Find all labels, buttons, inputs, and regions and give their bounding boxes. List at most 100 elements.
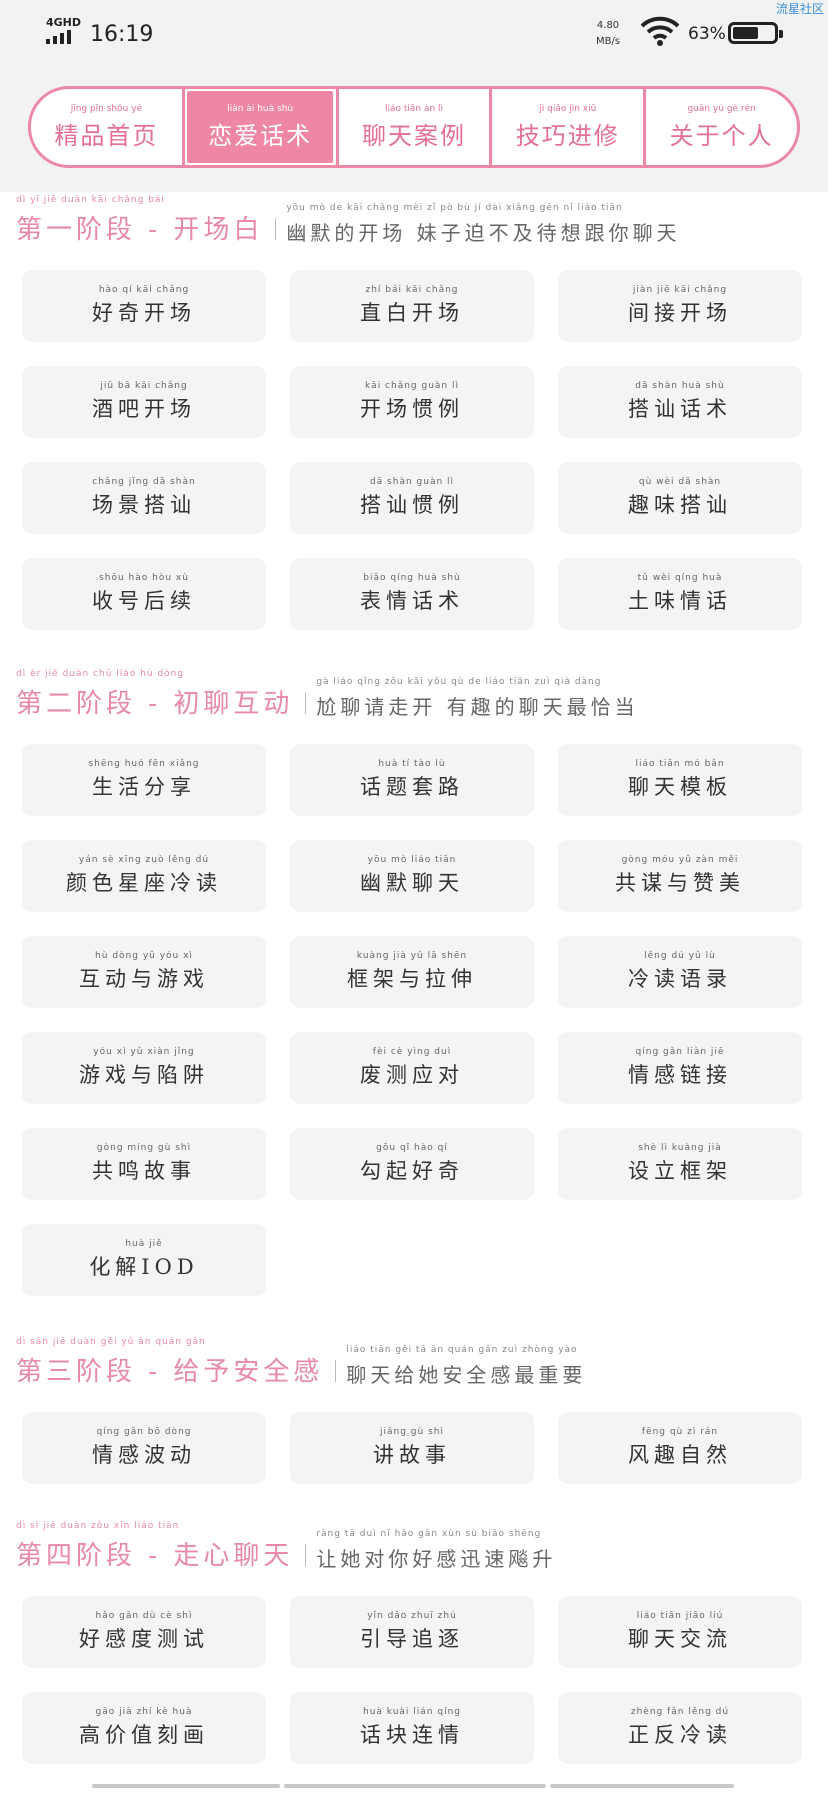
- tab-pinyin: jì qiǎo jìn xiū: [539, 103, 597, 114]
- tab-label: 关于个人: [669, 121, 774, 150]
- topic-pinyin: gōu qǐ hào qí: [376, 1143, 448, 1153]
- tab-pinyin: guān yú gè rén: [687, 103, 756, 114]
- tab-3[interactable]: jì qiǎo jìn xiū 技巧进修: [492, 89, 647, 165]
- section-grid: hào qí kāi chǎng 好奇开场 zhí bái kāi chǎng 直白开…: [22, 270, 802, 630]
- section-subtitle-pinyin: gà liáo qǐng zǒu kāi yǒu qù de liáo tiān…: [316, 677, 602, 687]
- network-speed: 4.80 MB/s: [596, 18, 620, 50]
- topic-label: 情感波动: [92, 1443, 196, 1467]
- tab-pinyin: liáo tiān àn lì: [384, 103, 444, 114]
- topic-card[interactable]: jiǎng gù shì 讲故事: [290, 1412, 534, 1484]
- topic-card[interactable]: gòng móu yǔ zàn měi 共谋与赞美: [558, 840, 802, 912]
- topic-label: 情感链接: [628, 1063, 732, 1087]
- tab-stack: liàn ài huà shù 恋爱话术: [208, 104, 312, 151]
- topic-label: 酒吧开场: [92, 397, 196, 421]
- topic-card[interactable]: qíng gǎn liàn jiē 情感链接: [558, 1032, 802, 1104]
- topic-label: 共鸣故事: [92, 1159, 196, 1183]
- topic-card[interactable]: zhí bái kāi chǎng 直白开场: [290, 270, 534, 342]
- topic-card[interactable]: huà kuài lián qíng 话块连情: [290, 1692, 534, 1764]
- topic-pinyin: yōu mò liáo tiān: [367, 855, 457, 865]
- section-title: 第四阶段 - 走心聊天: [16, 1541, 294, 1571]
- topic-card[interactable]: shēng huó fēn xiǎng 生活分享: [22, 744, 266, 816]
- topic-label: 土味情话: [628, 589, 732, 613]
- topic-card[interactable]: hào qí kāi chǎng 好奇开场: [22, 270, 266, 342]
- topic-card[interactable]: shōu hào hòu xù 收号后续: [22, 558, 266, 630]
- topic-pinyin: qù wèi dā shàn: [638, 477, 722, 487]
- topic-card[interactable]: jiǔ bā kāi chǎng 酒吧开场: [22, 366, 266, 438]
- topic-card[interactable]: hǎo gǎn dù cè shì 好感度测试: [22, 1596, 266, 1668]
- topic-card[interactable]: gāo jià zhí kè huà 高价值刻画: [22, 1692, 266, 1764]
- topic-card[interactable]: yōu mò liáo tiān 幽默聊天: [290, 840, 534, 912]
- topic-card[interactable]: dā shàn huà shù 搭讪话术: [558, 366, 802, 438]
- topic-label: 开场惯例: [360, 397, 464, 421]
- topic-label: 间接开场: [628, 301, 732, 325]
- topic-card[interactable]: yóu xì yǔ xiàn jǐng 游戏与陷阱: [22, 1032, 266, 1104]
- topic-label: 化解IOD: [89, 1255, 199, 1279]
- section-title-wrap: dì èr jiē duàn chū liáo hù dòng 第二阶段 - 初聊…: [16, 669, 293, 720]
- topic-pinyin: fēng qù zì rán: [641, 1427, 719, 1437]
- section-divider: [305, 1544, 307, 1566]
- topic-pinyin: shōu hào hòu xù: [99, 573, 189, 583]
- topic-card[interactable]: dā shàn guàn lì 搭讪惯例: [290, 462, 534, 534]
- topic-card[interactable]: hù dòng yǔ yóu xì 互动与游戏: [22, 936, 266, 1008]
- section-title-pinyin: dì yī jiē duàn kāi chǎng bái: [16, 195, 165, 205]
- tab-2[interactable]: liáo tiān àn lì 聊天案例: [339, 89, 493, 165]
- topic-pinyin: qíng gǎn bō dòng: [96, 1427, 192, 1437]
- topic-pinyin: jiàn jiē kāi chǎng: [632, 285, 728, 295]
- topic-card[interactable]: kāi chǎng guàn lì 开场惯例: [290, 366, 534, 438]
- topic-card[interactable]: yǐn dǎo zhuī zhú 引导追逐: [290, 1596, 534, 1668]
- topic-label: 共谋与赞美: [615, 871, 745, 895]
- topic-card[interactable]: gòng míng gù shì 共鸣故事: [22, 1128, 266, 1200]
- topic-pinyin: hǎo gǎn dù cè shì: [95, 1611, 193, 1621]
- topic-pinyin: liáo tiān jiāo liú: [636, 1611, 724, 1621]
- scroll-indicator[interactable]: [550, 1784, 734, 1788]
- topic-card[interactable]: lěng dú yǔ lù 冷读语录: [558, 936, 802, 1008]
- topic-pinyin: jiǔ bā kāi chǎng: [100, 381, 188, 391]
- topic-card[interactable]: liáo tiān jiāo liú 聊天交流: [558, 1596, 802, 1668]
- topic-label: 讲故事: [373, 1443, 451, 1467]
- tab-4[interactable]: guān yú gè rén 关于个人: [646, 89, 797, 165]
- topic-card[interactable]: kuàng jià yǔ lā shēn 框架与拉伸: [290, 936, 534, 1008]
- topic-card[interactable]: huà jiě 化解IOD: [22, 1224, 266, 1296]
- tab-0[interactable]: jīng pǐn shǒu yè 精品首页: [31, 89, 185, 165]
- topic-card[interactable]: zhèng fǎn lěng dú 正反冷读: [558, 1692, 802, 1764]
- topic-label: 表情话术: [360, 589, 464, 613]
- topic-card[interactable]: chǎng jǐng dā shàn 场景搭讪: [22, 462, 266, 534]
- topic-card[interactable]: biǎo qíng huà shù 表情话术: [290, 558, 534, 630]
- topic-card[interactable]: gōu qǐ hào qí 勾起好奇: [290, 1128, 534, 1200]
- topic-card[interactable]: liáo tiān mó bǎn 聊天模板: [558, 744, 802, 816]
- topic-card[interactable]: qíng gǎn bō dòng 情感波动: [22, 1412, 266, 1484]
- topic-label: 搭讪惯例: [360, 493, 464, 517]
- topic-label: 颜色星座冷读: [66, 871, 222, 895]
- tab-label: 精品首页: [54, 121, 159, 150]
- topic-pinyin: yóu xì yǔ xiàn jǐng: [93, 1047, 195, 1057]
- scroll-indicator[interactable]: [284, 1784, 546, 1788]
- topic-card[interactable]: huà tí tào lù 话题套路: [290, 744, 534, 816]
- topic-label: 好奇开场: [92, 301, 196, 325]
- topic-pinyin: yán sè xīng zuò lěng dú: [78, 855, 210, 865]
- tab-label: 恋爱话术: [208, 121, 313, 150]
- topic-card[interactable]: fēng qù zì rán 风趣自然: [558, 1412, 802, 1484]
- topic-card[interactable]: jiàn jiē kāi chǎng 间接开场: [558, 270, 802, 342]
- topic-pinyin: zhèng fǎn lěng dú: [630, 1707, 730, 1717]
- topic-card[interactable]: yán sè xīng zuò lěng dú 颜色星座冷读: [22, 840, 266, 912]
- topic-pinyin: chǎng jǐng dā shàn: [92, 477, 196, 487]
- topic-pinyin: fèi cè yìng duì: [372, 1047, 452, 1057]
- section-subtitle-wrap: liáo tiān gěi tā ān quán gǎn zuì zhòng y…: [346, 1345, 586, 1388]
- top-tab-bar: jīng pǐn shǒu yè 精品首页 liàn ài huà shù 恋爱话术 l…: [28, 86, 800, 168]
- section-title-pinyin: dì sì jiē duàn zǒu xīn liáo tiān: [16, 1521, 180, 1531]
- topic-card[interactable]: shè lì kuàng jià 设立框架: [558, 1128, 802, 1200]
- tab-1[interactable]: liàn ài huà shù 恋爱话术: [184, 89, 339, 165]
- section-header: dì èr jiē duàn chū liáo hù dòng 第二阶段 - 初聊…: [16, 669, 639, 720]
- battery-nub: [779, 30, 783, 38]
- section-subtitle: 幽默的开场 妹子迫不及待想跟你聊天: [286, 221, 681, 245]
- scroll-indicator[interactable]: [92, 1784, 280, 1788]
- signal-bars-icon: [46, 30, 71, 44]
- section-title-pinyin: dì sān jiē duàn gěi yǔ ān quán gǎn: [16, 1337, 206, 1347]
- topic-pinyin: jiǎng gù shì: [380, 1427, 444, 1437]
- topic-card[interactable]: fèi cè yìng duì 废测应对: [290, 1032, 534, 1104]
- topic-pinyin: huà kuài lián qíng: [362, 1707, 461, 1717]
- topic-pinyin: huà jiě: [125, 1239, 163, 1249]
- network-speed-unit: MB/s: [596, 36, 621, 47]
- topic-card[interactable]: qù wèi dā shàn 趣味搭讪: [558, 462, 802, 534]
- topic-card[interactable]: tǔ wèi qíng huà 土味情话: [558, 558, 802, 630]
